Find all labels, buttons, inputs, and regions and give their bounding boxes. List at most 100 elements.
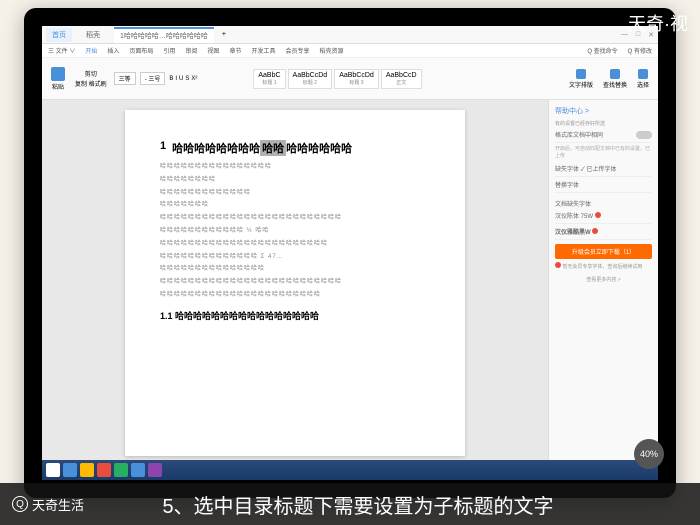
search-box[interactable]: Q 查找命令: [587, 46, 617, 55]
style-label: 标题 1: [258, 79, 280, 86]
upgrade-button[interactable]: 升级会员立即下载（1）: [555, 244, 652, 259]
task-icon[interactable]: [80, 463, 94, 477]
tools-group: 文字排版 查找替换 选择: [566, 69, 652, 89]
menu-file[interactable]: 三 文件 ∨: [48, 46, 75, 55]
paragraph[interactable]: 哈哈哈哈哈哈哈哈哈哈哈哈哈哈哈: [160, 264, 430, 275]
tool-label: 查找替换: [603, 80, 627, 89]
paragraph[interactable]: 哈哈哈哈哈哈哈哈哈哈哈哈哈哈 Σ 47…: [160, 252, 430, 263]
paragraph[interactable]: 哈哈哈哈哈哈哈哈哈哈哈哈 ½ 哈哈: [160, 226, 430, 237]
document-area[interactable]: 1 哈哈哈哈哈哈哈哈哈哈哈哈哈哈哈哈 哈哈哈哈哈哈哈哈哈哈哈哈哈哈哈哈 哈哈哈哈…: [42, 100, 548, 466]
font-name: 汉仪雅酷黑W: [555, 230, 591, 236]
ribbon-toolbar: 粘贴 剪切复制 格式刷 三等 - 三号 BIUSX² AaBbC标题 1 AaB…: [42, 58, 658, 100]
style-heading1[interactable]: AaBbC标题 1: [253, 69, 285, 89]
warning-dot-icon: [592, 228, 598, 234]
heading-text-before: 哈哈哈哈哈哈哈哈: [172, 140, 260, 156]
heading-text-after: 哈哈哈哈哈哈: [286, 140, 352, 156]
font-name: 汉仪陈体 75W: [555, 214, 593, 220]
menu-view[interactable]: 视图: [207, 46, 219, 55]
font-size-select[interactable]: - 三号: [140, 72, 166, 85]
super-icon[interactable]: X²: [191, 76, 197, 82]
menubar: 三 文件 ∨ 开始 插入 页面布局 引用 审阅 视图 章节 开发工具 会员专享 …: [42, 44, 658, 58]
menu-vip[interactable]: 会员专享: [285, 46, 309, 55]
menu-review[interactable]: 审阅: [185, 46, 197, 55]
sidebar-note: 暂无会员专享字体，查询后继续试用: [555, 262, 652, 270]
paragraph[interactable]: 哈哈哈哈哈哈哈哈哈哈哈哈哈哈哈哈哈哈哈哈哈哈哈哈: [160, 239, 430, 250]
style-normal[interactable]: AaBbCcD正文: [381, 69, 422, 89]
copy-button[interactable]: 复制 格式刷: [75, 79, 107, 88]
tab-home[interactable]: 首页: [46, 28, 72, 42]
text-layout-button[interactable]: 文字排版: [566, 69, 596, 89]
menu-references[interactable]: 引用: [163, 46, 175, 55]
progress-bubble[interactable]: 40%: [634, 439, 664, 469]
paragraph[interactable]: 哈哈哈哈哈哈哈哈哈哈哈哈哈哈哈哈: [160, 162, 430, 173]
strike-icon[interactable]: S: [185, 76, 189, 82]
select-button[interactable]: 选择: [634, 69, 652, 89]
menu-devtools[interactable]: 开发工具: [251, 46, 275, 55]
sidebar-more-link[interactable]: 查看更多内容 >: [555, 276, 652, 283]
caption-bar: Q 天奇生活 5、选中目录标题下需要设置为子标题的文字: [0, 483, 700, 525]
style-heading2[interactable]: AaBbCcDd标题 2: [288, 69, 333, 89]
task-icon[interactable]: [63, 463, 77, 477]
watermark-text: 天奇·视: [628, 10, 688, 36]
user-status[interactable]: Q 有修改: [628, 46, 652, 55]
style-heading3[interactable]: AaBbCcDd标题 3: [334, 69, 379, 89]
paragraph[interactable]: 哈哈哈哈哈哈哈哈哈哈哈哈哈哈哈哈哈哈哈哈哈哈哈: [160, 290, 430, 301]
font-item[interactable]: 汉仪陈体 75W: [555, 208, 652, 224]
sidebar-title[interactable]: 帮助中心 >: [555, 106, 652, 116]
find-icon: [610, 69, 620, 79]
paragraph[interactable]: 哈哈哈哈哈哈哈哈哈哈哈哈哈哈哈哈哈哈哈哈哈哈哈哈哈哈: [160, 213, 430, 224]
sidebar-subtitle: 有的设置已经存好所选: [555, 120, 652, 127]
font-item[interactable]: 汉仪雅酷黑W: [555, 224, 652, 240]
paragraph[interactable]: 哈哈哈哈哈哈哈: [160, 200, 430, 211]
paste-group[interactable]: 粘贴: [48, 67, 68, 91]
menu-layout[interactable]: 页面布局: [129, 46, 153, 55]
note-text: 暂无会员专享字体，查询后继续试用: [562, 264, 642, 270]
task-icon[interactable]: [148, 463, 162, 477]
new-tab-button[interactable]: +: [222, 31, 226, 38]
task-icon[interactable]: [97, 463, 111, 477]
menu-resources[interactable]: 稻壳资源: [319, 46, 343, 55]
windows-taskbar: [42, 460, 658, 480]
brand-logo: Q 天奇生活: [0, 495, 96, 514]
paragraph[interactable]: 哈哈哈哈哈哈哈哈哈哈哈哈哈哈哈哈哈哈哈哈哈哈哈哈哈哈: [160, 277, 430, 288]
style-label: 标题 3: [339, 79, 374, 86]
paste-icon: [51, 67, 65, 81]
page: 1 哈哈哈哈哈哈哈哈哈哈哈哈哈哈哈哈 哈哈哈哈哈哈哈哈哈哈哈哈哈哈哈哈 哈哈哈哈…: [125, 110, 465, 456]
italic-icon[interactable]: I: [175, 76, 177, 82]
menu-insert[interactable]: 插入: [107, 46, 119, 55]
workspace: 1 哈哈哈哈哈哈哈哈哈哈哈哈哈哈哈哈 哈哈哈哈哈哈哈哈哈哈哈哈哈哈哈哈 哈哈哈哈…: [42, 100, 658, 466]
style-sample: AaBbCcD: [386, 72, 417, 79]
clipboard-group: 剪切复制 格式刷: [72, 69, 110, 88]
start-button[interactable]: [46, 463, 60, 477]
tool-label: 文字排版: [569, 80, 593, 89]
bold-icon[interactable]: B: [169, 76, 173, 82]
task-icon[interactable]: [114, 463, 128, 477]
style-gallery: AaBbC标题 1 AaBbCcDd标题 2 AaBbCcDd标题 3 AaBb…: [253, 69, 421, 89]
minimize-icon[interactable]: —: [621, 31, 628, 39]
caption-text: 5、选中目录标题下需要设置为子标题的文字: [96, 490, 700, 519]
cut-button[interactable]: 剪切: [85, 69, 97, 78]
underline-icon[interactable]: U: [179, 76, 183, 82]
menu-chapter[interactable]: 章节: [229, 46, 241, 55]
format-buttons: BIUSX²: [169, 76, 249, 82]
menu-start[interactable]: 开始: [85, 46, 97, 55]
sidebar-toggle-item: 格式库文档中相同: [555, 127, 652, 143]
style-label: 标题 2: [293, 79, 328, 86]
paragraph[interactable]: 哈哈哈哈哈哈哈哈哈哈哈哈哈: [160, 188, 430, 199]
toggle-switch[interactable]: [636, 131, 652, 139]
tab-docer[interactable]: 稻壳: [80, 28, 106, 42]
select-icon: [638, 69, 648, 79]
monitor-frame: 首页 稻壳 1哈哈哈哈哈…哈哈哈哈哈哈 + — □ ✕ 三 文件 ∨ 开始 插入…: [24, 8, 676, 498]
heading-1[interactable]: 1 哈哈哈哈哈哈哈哈哈哈哈哈哈哈哈哈: [160, 140, 430, 156]
task-icon[interactable]: [131, 463, 145, 477]
paragraph[interactable]: 哈哈哈哈哈哈哈哈: [160, 175, 430, 186]
layout-icon: [576, 69, 586, 79]
style-sample: AaBbCcDd: [293, 72, 328, 79]
sidebar-item[interactable]: 替换字体: [555, 177, 652, 193]
heading-2[interactable]: 1.1 哈哈哈哈哈哈哈哈哈哈哈哈哈哈哈哈: [160, 309, 430, 322]
find-replace-button[interactable]: 查找替换: [600, 69, 630, 89]
heading-number: 1: [160, 140, 166, 156]
font-name-select[interactable]: 三等: [114, 72, 136, 85]
sidebar-desc: 开启后，可自动匹配文档中已有的设置，已上传: [555, 143, 652, 161]
tab-document[interactable]: 1哈哈哈哈哈…哈哈哈哈哈哈: [114, 27, 214, 43]
